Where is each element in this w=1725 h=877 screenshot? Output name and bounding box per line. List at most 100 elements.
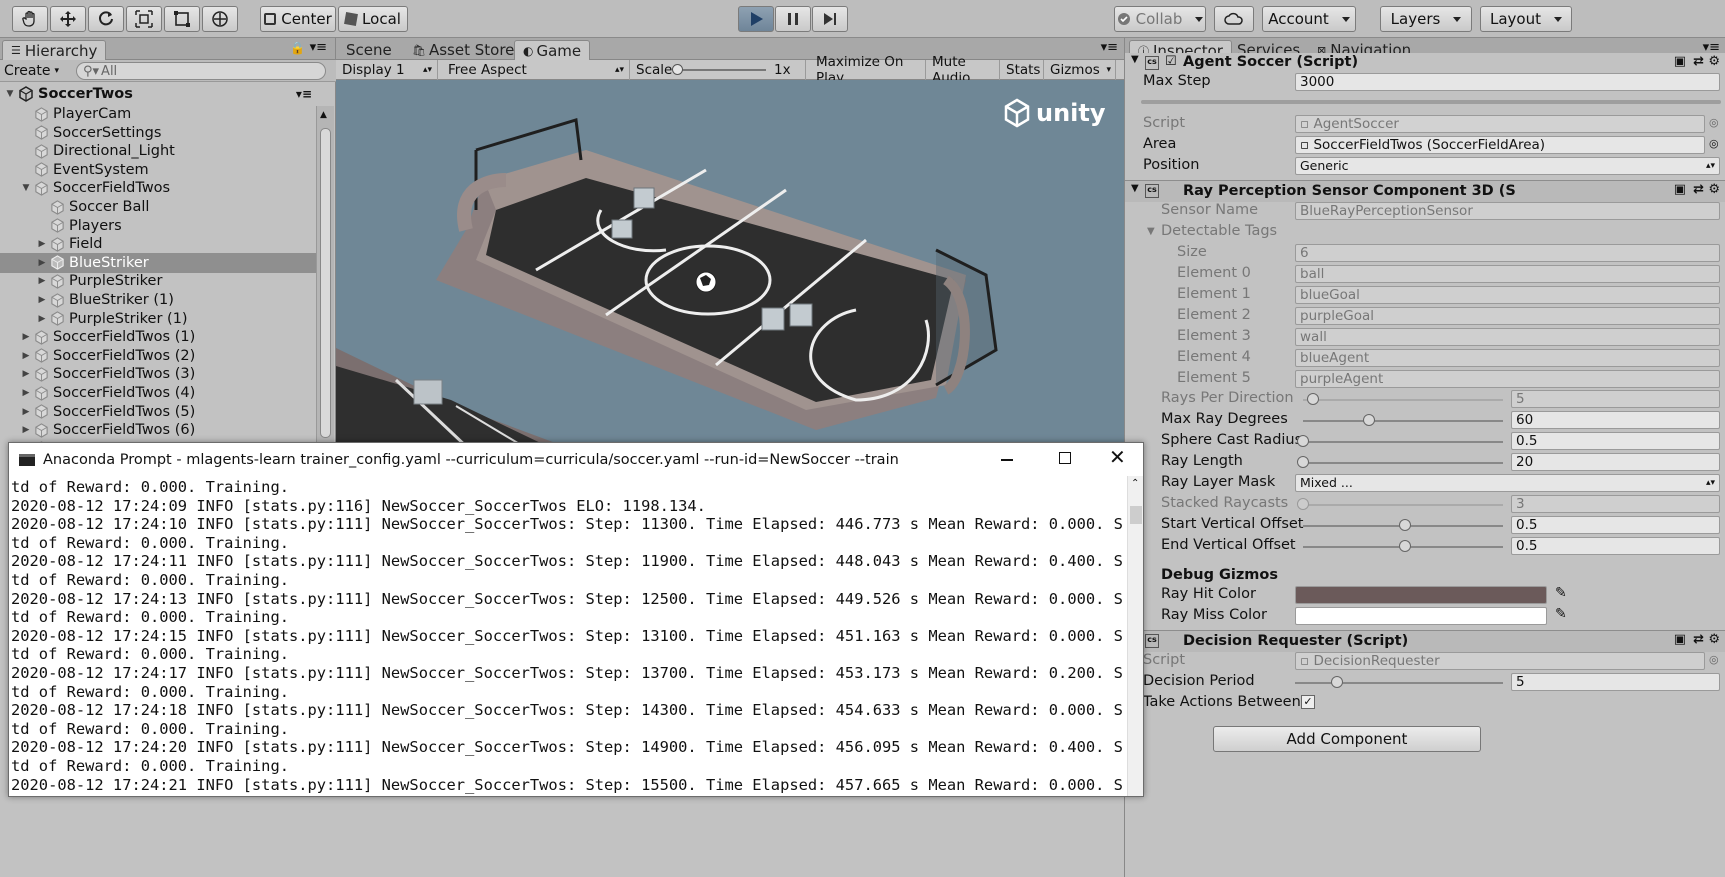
ray-gear-icon[interactable]: ⚙	[1708, 182, 1720, 197]
ray-help-icon[interactable]: ▣	[1674, 182, 1686, 197]
area-picker-icon[interactable]: ◎	[1709, 137, 1719, 150]
take-actions-checkbox[interactable]: ✓	[1301, 695, 1315, 709]
ray-slider-field[interactable]: 60	[1511, 411, 1720, 429]
collab-dropdown[interactable]: Collab	[1114, 6, 1206, 32]
mute-audio-toggle[interactable]: Mute Audio	[926, 54, 1000, 86]
tab-scene[interactable]: Scene	[338, 40, 400, 60]
position-dropdown[interactable]: Generic ▴▾	[1295, 157, 1720, 175]
pivot-center-button[interactable]: Center	[260, 6, 336, 32]
hierarchy-item[interactable]: ▶ SoccerFieldTwos (5)	[0, 402, 316, 422]
expand-arrow-icon[interactable]: ▶	[20, 387, 32, 399]
tab-game[interactable]: ◐ Game	[514, 40, 591, 60]
start-offset-slider[interactable]	[1303, 519, 1503, 531]
decision-requester-header[interactable]: ▼ cs Decision Requester (Script) ▣ ⇄ ⚙	[1125, 630, 1725, 652]
aspect-dropdown[interactable]: Free Aspect ▴▾	[442, 60, 630, 80]
tag-element-field[interactable]: blueAgent	[1295, 349, 1720, 367]
hierarchy-item[interactable]: ▼ SoccerFieldTwos	[0, 178, 316, 198]
expand-arrow-icon[interactable]: ▶	[36, 294, 48, 306]
create-dropdown[interactable]: Create ▾	[4, 62, 66, 80]
ray-slider-knob[interactable]	[1307, 393, 1319, 405]
tags-foldout-icon[interactable]: ▼	[1147, 226, 1155, 237]
expand-arrow-icon[interactable]: ▶	[20, 368, 32, 380]
hierarchy-item[interactable]: ▶ SoccerFieldTwos (4)	[0, 383, 316, 403]
console-scroll-up-icon[interactable]: ⌃	[1131, 478, 1139, 489]
start-offset-field[interactable]: 0.5	[1511, 516, 1720, 534]
cloud-button[interactable]	[1214, 6, 1254, 32]
rotate-tool-icon[interactable]	[88, 6, 124, 32]
step-button[interactable]	[812, 6, 848, 32]
game-panel-menu-icon[interactable]: ▾≡	[1101, 40, 1118, 55]
ray-slider-knob[interactable]	[1297, 456, 1309, 468]
end-offset-field[interactable]: 0.5	[1511, 537, 1720, 555]
close-icon[interactable]: ✕	[1109, 447, 1126, 467]
ray-slider-track[interactable]	[1303, 414, 1503, 426]
scale-tool-icon[interactable]	[126, 6, 162, 32]
expand-arrow-icon[interactable]: ▶	[20, 424, 32, 436]
lock-icon[interactable]: 🔒	[290, 41, 305, 55]
tag-element-field[interactable]: purpleAgent	[1295, 370, 1720, 388]
miss-eyedropper-icon[interactable]: ✎	[1555, 606, 1567, 622]
pause-button[interactable]	[775, 6, 811, 32]
ray-slider-track[interactable]	[1297, 456, 1503, 468]
hierarchy-item[interactable]: ▶ SoccerFieldTwos (2)	[0, 346, 316, 366]
hierarchy-item[interactable]: SoccerSettings	[0, 123, 316, 143]
ray-slider-field[interactable]: 5	[1511, 390, 1720, 408]
hierarchy-item[interactable]: Directional_Light	[0, 141, 316, 161]
ray-slider-track[interactable]	[1297, 435, 1503, 447]
hierarchy-item[interactable]: PlayerCam	[0, 104, 316, 124]
hierarchy-item[interactable]: EventSystem	[0, 160, 316, 180]
expand-arrow-icon[interactable]: ▶	[36, 275, 48, 287]
decision-help-icon[interactable]: ▣	[1674, 632, 1686, 647]
layout-dropdown[interactable]: Layout	[1480, 6, 1572, 32]
hierarchy-scroll-thumb[interactable]	[320, 128, 331, 438]
decision-period-slider[interactable]	[1295, 676, 1503, 688]
gizmos-dropdown[interactable]: Gizmos ▾	[1044, 60, 1116, 80]
enabled-checkbox[interactable]: ☑	[1165, 54, 1177, 69]
scene-menu-icon[interactable]: ▾≡	[296, 87, 312, 101]
tab-asset-store[interactable]: 🛍 Asset Store	[404, 40, 522, 60]
expand-arrow-icon[interactable]: ▼	[20, 182, 32, 194]
start-offset-knob[interactable]	[1399, 519, 1411, 531]
ray-slider-field[interactable]: 0.5	[1511, 432, 1720, 450]
move-tool-icon[interactable]	[50, 6, 86, 32]
ray-foldout-icon[interactable]: ▼	[1131, 183, 1139, 194]
minimize-icon[interactable]	[1001, 459, 1013, 461]
console-scrollbar[interactable]: ⌃	[1127, 476, 1143, 796]
hand-tool-icon[interactable]	[12, 6, 48, 32]
layers-dropdown[interactable]: Layers	[1380, 6, 1472, 32]
tags-size-field[interactable]: 6	[1295, 244, 1720, 262]
ray-slider-field[interactable]: 20	[1511, 453, 1720, 471]
scale-control[interactable]: Scale 1x	[630, 60, 806, 80]
add-component-button[interactable]: Add Component	[1213, 726, 1481, 752]
hierarchy-item[interactable]: ▶ SoccerFieldTwos (1)	[0, 327, 316, 347]
sensor-name-field[interactable]: BlueRayPerceptionSensor	[1295, 202, 1720, 220]
hierarchy-item[interactable]: ▶ SoccerFieldTwos (6)	[0, 420, 316, 440]
tab-hierarchy[interactable]: ☰ Hierarchy	[2, 40, 107, 60]
end-offset-knob[interactable]	[1399, 540, 1411, 552]
stacked-raycasts-field[interactable]: 3	[1511, 495, 1720, 513]
hierarchy-item[interactable]: ▶ Field	[0, 234, 316, 254]
detectable-tags-row[interactable]: ▼ Detectable Tags	[1125, 222, 1725, 243]
tag-element-field[interactable]: ball	[1295, 265, 1720, 283]
expand-arrow-icon[interactable]: ▶	[20, 350, 32, 362]
decision-gear-icon[interactable]: ⚙	[1708, 632, 1720, 647]
hit-eyedropper-icon[interactable]: ✎	[1555, 585, 1567, 601]
max-step-field[interactable]: 3000	[1295, 73, 1720, 91]
decision-preset-icon[interactable]: ⇄	[1693, 632, 1704, 647]
scale-slider[interactable]	[672, 64, 766, 75]
expand-arrow-icon[interactable]: ▶	[36, 238, 48, 250]
ray-perception-header[interactable]: ▼ cs Ray Perception Sensor Component 3D …	[1125, 180, 1725, 202]
hierarchy-item[interactable]: Soccer Ball	[0, 197, 316, 217]
decision-picker-icon[interactable]: ◎	[1709, 653, 1719, 666]
tag-element-field[interactable]: wall	[1295, 328, 1720, 346]
stacked-raycasts-knob[interactable]	[1297, 498, 1309, 510]
ray-slider-knob[interactable]	[1363, 414, 1375, 426]
rect-tool-icon[interactable]	[164, 6, 200, 32]
account-dropdown[interactable]: Account	[1262, 6, 1356, 32]
hierarchy-item[interactable]: Players	[0, 216, 316, 236]
play-button[interactable]	[738, 6, 774, 32]
ray-miss-color-swatch[interactable]	[1295, 607, 1547, 625]
maximize-on-play-toggle[interactable]: Maximize On Play	[810, 54, 926, 86]
layer-mask-dropdown[interactable]: Mixed ... ▴▾	[1295, 474, 1720, 492]
area-field[interactable]: ▫ SoccerFieldTwos (SoccerFieldArea)	[1295, 136, 1705, 154]
